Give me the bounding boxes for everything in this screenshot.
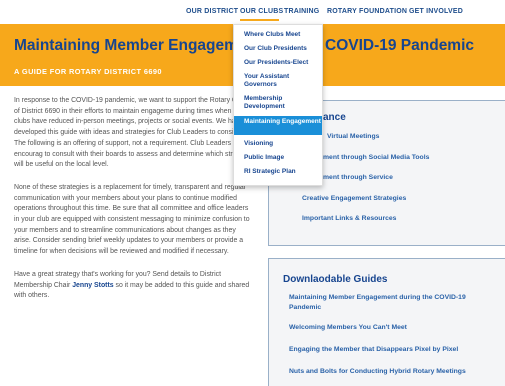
guides-heading: Downlaodable Guides	[283, 274, 388, 285]
nav-our-clubs[interactable]: OUR CLUBS	[240, 8, 283, 15]
our-clubs-dropdown: Where Clubs Meet Our Club Presidents Our…	[233, 24, 323, 186]
dropdown-item-maintaining-engagement[interactable]: Maintaining Engagement	[234, 116, 322, 135]
guide-link-engaging[interactable]: Engaging the Member that Disappears Pixe…	[289, 345, 458, 355]
guidance-link-creative[interactable]: Creative Engagement Strategies	[302, 194, 406, 204]
dropdown-item-visioning[interactable]: Visioning	[244, 140, 320, 148]
guidance-heading: ance	[323, 112, 346, 123]
guide-link-welcoming[interactable]: Welcoming Members You Can't Meet	[289, 323, 407, 333]
intro-paragraph-3: Have a great strategy that's working for…	[14, 270, 254, 302]
dropdown-item-club-presidents[interactable]: Our Club Presidents	[244, 45, 320, 53]
nav-rotary-foundation[interactable]: ROTARY FOUNDATION	[327, 8, 407, 15]
dropdown-item-where-clubs-meet[interactable]: Where Clubs Meet	[244, 31, 320, 39]
guidance-link-service[interactable]: ment through Service	[323, 173, 393, 183]
page-title: Maintaining Member Engagemen	[14, 37, 257, 54]
dropdown-item-public-image[interactable]: Public Image	[244, 154, 320, 162]
intro-content: In response to the COVID-19 pandemic, we…	[14, 96, 254, 314]
dropdown-item-strategic-plan[interactable]: RI Strategic Plan	[244, 168, 320, 176]
top-navigation: OUR DISTRICT OUR CLUBS TRAINING ROTARY F…	[0, 0, 505, 24]
chair-name-link[interactable]: Jenny Stotts	[72, 282, 113, 289]
nav-our-district[interactable]: OUR DISTRICT	[186, 8, 238, 15]
guide-link-maintaining-cont[interactable]: Pandemic	[289, 303, 321, 313]
dropdown-item-maintaining-engagement-label: Maintaining Engagement	[244, 118, 321, 125]
nav-training[interactable]: TRAINING	[284, 8, 319, 15]
page-subtitle: A GUIDE FOR ROTARY DISTRICT 6690	[14, 67, 162, 76]
guide-link-maintaining[interactable]: Maintaining Member Engagement during the…	[289, 293, 466, 303]
downloadable-guides-panel: Downlaodable Guides Maintaining Member E…	[268, 258, 505, 386]
intro-paragraph-1: In response to the COVID-19 pandemic, we…	[14, 97, 251, 169]
guidance-link-virtual-meetings[interactable]: Virtual Meetings	[327, 132, 379, 142]
nav-active-underline	[240, 19, 279, 21]
dropdown-item-assistant-governors[interactable]: Your Assistant Governors	[244, 73, 320, 88]
page-title-end: COVID-19 Pandemic	[325, 37, 475, 54]
dropdown-item-membership-development[interactable]: Membership Development	[244, 95, 320, 110]
intro-paragraph-2: None of these strategies is a replacemen…	[14, 183, 250, 256]
guide-link-hybrid[interactable]: Nuts and Bolts for Conducting Hybrid Rot…	[289, 367, 466, 377]
nav-get-involved[interactable]: GET INVOLVED	[409, 8, 463, 15]
guidance-link-resources[interactable]: Important Links & Resources	[302, 214, 396, 224]
dropdown-item-presidents-elect[interactable]: Our Presidents-Elect	[244, 59, 320, 67]
guidance-link-social-media[interactable]: ment through Social Media Tools	[323, 153, 429, 163]
